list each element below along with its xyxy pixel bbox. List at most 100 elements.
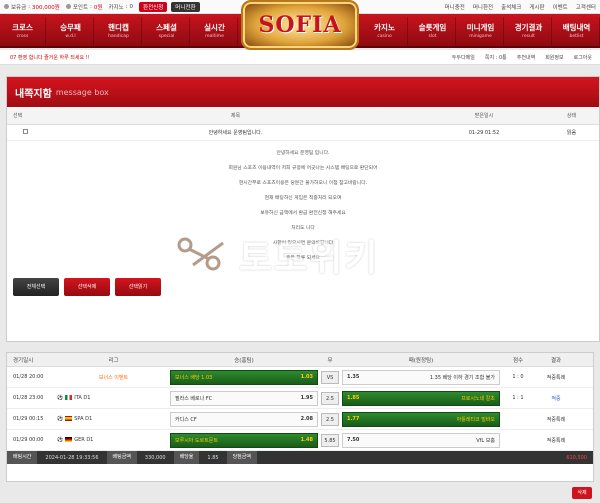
- match-date: 01/28 20:00: [13, 374, 44, 380]
- result: 적중특례: [546, 437, 566, 444]
- bet-row: 01/28 23:00 ⚽ ITA D1 필라스 베로나 FC 1.95 2.5 1…: [7, 388, 593, 409]
- withdraw-link[interactable]: 머니환전: [473, 3, 493, 11]
- match-date: 01/29 00:00: [13, 437, 44, 443]
- casino-value: 0: [129, 3, 134, 10]
- nav-sublabel: handicap: [108, 34, 129, 39]
- nav-wdl[interactable]: 승무패 w.d.l: [48, 17, 94, 45]
- message-box-panel: 내쪽지함 message box 선택 제목 받은일시 상태 안녕하세요 운영팀…: [6, 76, 600, 342]
- win-amount-label: 당첨금액: [226, 451, 257, 464]
- away-team: 프로시노네 칼초: [461, 395, 495, 402]
- col-title: 제목: [230, 113, 241, 119]
- attendance-link[interactable]: 출석체크: [501, 3, 521, 11]
- casino-info: 카지노 : 0: [108, 3, 134, 11]
- select-all-button[interactable]: 전체선택: [13, 278, 59, 296]
- mini-transfer-button[interactable]: 머니전환: [171, 1, 200, 12]
- bet-amount-value: 330,000: [144, 454, 166, 461]
- delete-bet-button[interactable]: 삭제: [572, 487, 592, 499]
- message-title[interactable]: 안녕하세요 운영팀입니다.: [47, 129, 424, 136]
- away-odds: 1.85: [347, 395, 360, 401]
- home-pick: 필라스 베로나 FC 1.95: [170, 390, 318, 406]
- exchange-button[interactable]: 환전신청: [139, 1, 168, 12]
- message-table-header: 선택 제목 받은일시 상태: [7, 107, 599, 125]
- league-name: SPA D1: [74, 416, 93, 422]
- away-odds: 7.50: [347, 437, 360, 443]
- mail-link[interactable]: 두두다메일: [452, 54, 475, 61]
- logout-link[interactable]: 로그아웃: [574, 54, 592, 61]
- col-home: 승(홈팀): [234, 357, 254, 364]
- nav-sublabel: betlist: [569, 34, 584, 39]
- nav-slot[interactable]: 슬롯게임 slot: [410, 17, 456, 45]
- read-selected-button[interactable]: 선택읽기: [115, 278, 161, 296]
- nav-betlist[interactable]: 배팅내역 betlist: [554, 17, 600, 45]
- watermark-logo-icon: [177, 237, 224, 271]
- result: 적중: [551, 395, 561, 402]
- nav-minigame[interactable]: 미니게임 minigame: [458, 17, 504, 45]
- home-pick: 보너스 배당 1.03 1.03: [170, 369, 318, 385]
- nav-label: 크로스: [12, 23, 33, 32]
- watermark-text: 토토위키: [239, 238, 380, 279]
- col-away: 패(원정팀): [408, 357, 434, 364]
- nav-sublabel: cross: [16, 34, 29, 39]
- casino-label: 카지노: [108, 4, 124, 11]
- nav-casino[interactable]: 카지노 casino: [362, 17, 408, 45]
- nav-label: 핸디캡: [108, 23, 129, 32]
- away-odds: 1.35: [347, 374, 360, 380]
- money-info: 보유금 : 300,000원: [4, 3, 60, 11]
- bet-row: 01/28 20:00 보너스 이벤트 보너스 배당 1.03 1.03 VS 1…: [7, 367, 593, 388]
- home-odds: 1.95: [300, 395, 313, 401]
- nav-sublabel: minigame: [469, 34, 492, 39]
- point-icon: [65, 4, 71, 9]
- away-team: 1.35 배당 이하 경기 조합 불가: [429, 374, 495, 381]
- nav-sublabel: w.d.l: [65, 34, 76, 39]
- nav-sublabel: result: [522, 34, 535, 39]
- col-match-time: 경기일시: [13, 357, 34, 364]
- home-team: 필라스 베로나 FC: [175, 395, 213, 402]
- nav-handicap[interactable]: 핸디캡 handicap: [96, 17, 142, 45]
- message-checkbox[interactable]: [23, 129, 28, 134]
- italy-flag-icon: [65, 395, 73, 400]
- message-row[interactable]: 안녕하세요 운영팀입니다. 01-29 01:52 읽음: [7, 125, 599, 141]
- notice-text: 07 환영 합니다 즐거운 하루 되세요 !!: [10, 54, 90, 61]
- score: 1 : 1: [512, 395, 524, 401]
- draw-odds: 2.5: [321, 412, 339, 426]
- league-name: 보너스 이벤트: [98, 374, 129, 381]
- money-label: 보유금: [11, 4, 27, 11]
- nav-result[interactable]: 경기결과 result: [506, 17, 552, 45]
- bet-odds-label: 배당율: [173, 451, 200, 464]
- referral-link[interactable]: 추천내역: [517, 54, 535, 61]
- nav-label: 카지노: [374, 23, 395, 32]
- home-pick: 보루시아 도르트문트 1.48: [170, 432, 318, 448]
- away-odds: 1.77: [347, 416, 360, 422]
- logo-text: SOFIA: [258, 12, 342, 38]
- delete-selected-button[interactable]: 선택삭제: [64, 278, 110, 296]
- nav-realtime[interactable]: 실시간 realtime: [192, 17, 238, 45]
- support-link[interactable]: 고객센터: [576, 3, 596, 11]
- col-league: 리그: [108, 357, 119, 364]
- event-link[interactable]: 이벤트: [553, 3, 568, 11]
- board-link[interactable]: 게시판: [529, 3, 544, 11]
- score: 1 : 0: [512, 374, 524, 380]
- win-amount-value: 610,500: [566, 454, 587, 461]
- nav-special[interactable]: 스페셜 special: [144, 17, 190, 45]
- col-select: 선택: [13, 113, 23, 119]
- message-count-link[interactable]: 쪽지 : 0통: [485, 54, 507, 61]
- bet-row: 01/29 00:15 ⚽ SPA D1 카디스 CF 2.08 2.5 1.77 아…: [7, 409, 593, 430]
- point-label: 포인트: [72, 4, 89, 11]
- soccer-icon: ⚽: [57, 416, 64, 422]
- league-name: ITA D1: [74, 395, 91, 401]
- draw-odds: VS: [321, 370, 339, 384]
- germany-flag-icon: [65, 437, 73, 442]
- deposit-link[interactable]: 머니충전: [445, 3, 465, 11]
- home-odds: 1.03: [300, 374, 313, 380]
- site-logo[interactable]: SOFIA: [241, 0, 359, 50]
- message-status: 읽음: [566, 130, 577, 136]
- nav-cross[interactable]: 크로스 cross: [0, 17, 46, 45]
- home-team: 보루시아 도르트문트: [175, 437, 218, 444]
- bet-row: 01/29 00:00 ⚽ GER D1 보루시아 도르트문트 1.48 5.85 …: [7, 430, 593, 451]
- league-name: GER D1: [74, 437, 94, 443]
- page-subtitle: message box: [55, 87, 109, 97]
- bet-slip-table: 경기일시 리그 승(홈팀) 무 패(원정팀) 점수 결과 01/28 20:00…: [6, 352, 594, 482]
- draw-odds: 2.5: [321, 391, 339, 405]
- col-date: 받은일시: [474, 113, 494, 119]
- member-info-link[interactable]: 회원정보: [545, 54, 563, 61]
